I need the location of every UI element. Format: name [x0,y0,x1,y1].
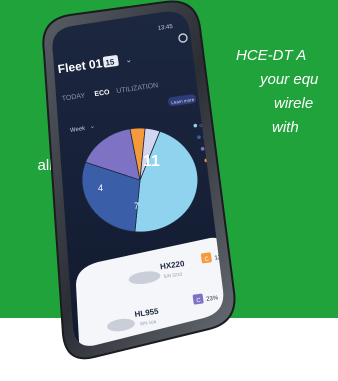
pie-label-left: 4 [98,183,103,193]
pie-label-large: 11 [143,153,160,170]
pie-chart: 11 7 4 [81,127,199,233]
fleet-badge: 15 [105,57,116,67]
phone-mockup: 13:45 Fleet 01 15 ⌄ TODAY ECO UTILIZATIO… [0,0,338,381]
pie-label-medium: 7 [134,201,139,211]
filter-chevron-icon: ⌄ [89,124,95,131]
fleet-chevron-icon: ⌄ [125,55,133,65]
